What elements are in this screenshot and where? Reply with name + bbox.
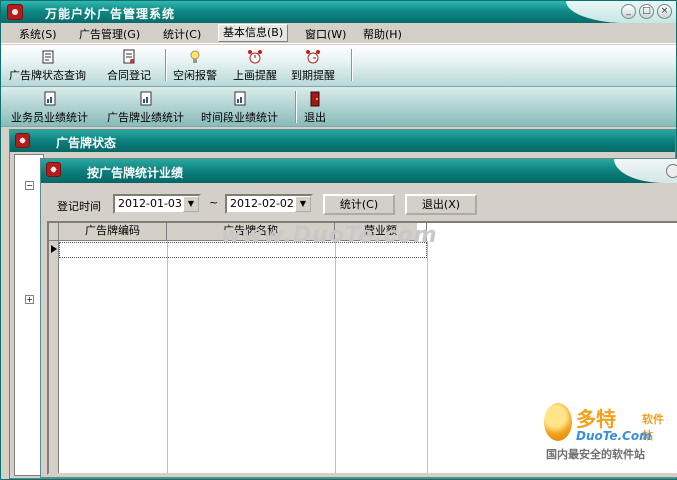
alarm-clock-icon [306,50,320,64]
query-icon [42,50,53,64]
restore-button[interactable]: □ [639,4,654,19]
toolbar-separator [165,49,167,81]
brand-logo: 多特 软件站 DuoTe.Com 国内最安全的软件站 [544,401,674,467]
stat-button[interactable]: 统计(C) [323,194,395,215]
grid-column-line [335,241,336,473]
close-icon[interactable] [666,164,677,178]
alarm-clock-icon [248,50,262,64]
board-status-query-button[interactable]: 广告牌状态查询 [9,49,86,83]
menu-help[interactable]: 帮助(H) [363,26,402,42]
chevron-down-icon[interactable]: ▼ [183,196,199,212]
contract-icon [123,49,135,64]
toolbar-label: 合同登记 [107,69,151,82]
brand-tagline: 国内最安全的软件站 [546,448,645,461]
toolbar-separator [351,49,353,81]
filter-bar: 登记时间 2012-01-03 ▼ ~ 2012-02-02 ▼ 统计(C) 退… [41,185,677,221]
toolbar-label: 广告牌业绩统计 [107,111,184,124]
app-title: 万能户外广告管理系统 [45,7,176,21]
watermark: www.DuoTe.com [221,223,438,248]
row-selector-column [49,241,59,473]
period-stats-button[interactable]: 时间段业绩统计 [201,91,278,125]
exit-button[interactable]: 退出 [304,91,326,125]
toolbar-label: 空闲报警 [173,69,217,82]
date-from-value: 2012-01-03 [118,197,182,210]
grid-column-line [167,241,168,473]
toolbar-label: 广告牌状态查询 [9,69,86,82]
menu-statistics[interactable]: 统计(C) [163,26,201,42]
tree-expand-icon[interactable]: + [25,295,34,304]
date-to-value: 2012-02-02 [230,197,294,210]
exit-dialog-button[interactable]: 退出(X) [405,194,477,215]
toolbar-main: 广告牌状态查询 合同登记 空闲报警 上画提醒 到期提醒 [1,45,676,87]
toolbar-label: 上画提醒 [233,69,277,82]
report-icon [140,91,151,106]
toolbar-label: 到期提醒 [291,69,335,82]
minimize-button[interactable]: _ [621,4,636,19]
app-logo-icon [7,4,23,20]
menu-ad-management[interactable]: 广告管理(G) [79,26,140,42]
grid-corner [49,223,59,241]
toolbar-separator [295,91,297,123]
menu-basic-info[interactable]: 基本信息(B) [218,24,289,42]
date-range-separator: ~ [209,196,219,209]
menu-system[interactable]: 系统(S) [19,26,57,42]
brand-url: DuoTe.Com [576,429,652,443]
brand-main: 多特 [576,407,616,431]
main-window: 万能户外广告管理系统 _ □ × 系统(S) 广告管理(G) 统计(C) 基本信… [0,0,677,480]
board-status-titlebar[interactable]: 广告牌状态 [10,130,675,152]
menu-window[interactable]: 窗口(W) [305,26,346,42]
chevron-down-icon[interactable]: ▼ [295,196,311,212]
report-icon [234,91,245,106]
title-bar: 万能户外广告管理系统 _ □ × [1,1,676,23]
board-stats-button[interactable]: 广告牌业绩统计 [107,91,184,125]
board-status-title: 广告牌状态 [56,136,117,150]
board-stats-titlebar[interactable]: 按广告牌统计业绩 [41,159,677,183]
lightbulb-icon [190,50,200,63]
report-icon [44,91,55,106]
window-logo-icon [46,162,61,177]
register-time-label: 登记时间 [57,200,101,213]
idle-alarm-button[interactable]: 空闲报警 [173,49,217,83]
posting-reminder-button[interactable]: 上画提醒 [233,49,277,83]
column-header[interactable]: 广告牌编码 [59,223,167,241]
toolbar-reports: 业务员业绩统计 广告牌业绩统计 时间段业绩统计 退出 [1,87,676,127]
toolbar-label: 时间段业绩统计 [201,111,278,124]
date-from-picker[interactable]: 2012-01-03 ▼ [113,194,201,214]
menu-bar: 系统(S) 广告管理(G) 统计(C) 基本信息(B) 窗口(W) 帮助(H) [1,23,676,44]
mascot-icon [544,403,572,441]
date-to-picker[interactable]: 2012-02-02 ▼ [225,194,313,214]
board-stats-title: 按广告牌统计业绩 [87,166,184,180]
exit-door-icon [310,91,320,107]
toolbar-label: 业务员业绩统计 [11,111,88,124]
expiry-reminder-button[interactable]: 到期提醒 [291,49,335,83]
salesman-stats-button[interactable]: 业务员业绩统计 [11,91,88,125]
tree-collapse-icon[interactable]: − [25,181,34,190]
current-row-pointer-icon [51,245,57,253]
grid-column-line [427,241,428,473]
window-logo-icon [15,133,30,148]
contract-register-button[interactable]: 合同登记 [107,49,151,83]
close-button[interactable]: × [657,4,672,19]
toolbar-label: 退出 [304,111,326,124]
